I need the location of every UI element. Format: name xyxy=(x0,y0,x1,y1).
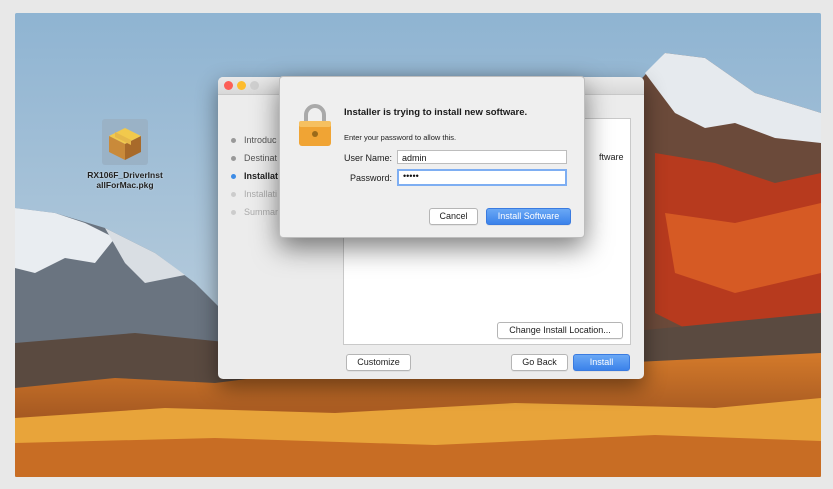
customize-button[interactable]: Customize xyxy=(346,354,411,371)
lock-icon xyxy=(297,103,333,147)
password-field[interactable]: ••••• xyxy=(397,169,567,186)
step-label: Introduc xyxy=(244,135,277,145)
install-button[interactable]: Install xyxy=(573,354,630,371)
step-label: Summar xyxy=(244,207,279,217)
go-back-button[interactable]: Go Back xyxy=(511,354,568,371)
username-field[interactable]: admin xyxy=(397,150,567,164)
install-software-button[interactable]: Install Software xyxy=(486,208,571,225)
cancel-button[interactable]: Cancel xyxy=(429,208,478,225)
step-label: Destinat xyxy=(244,153,278,163)
change-install-location-button[interactable]: Change Install Location... xyxy=(497,322,623,339)
step-label: Installat xyxy=(244,171,279,181)
minimize-icon[interactable] xyxy=(237,81,246,90)
password-label: Password: xyxy=(349,173,392,183)
step-bullet xyxy=(231,156,236,161)
dialog-title: Installer is trying to install new softw… xyxy=(344,107,528,118)
step-label: Installati xyxy=(244,189,278,199)
step-bullet xyxy=(231,210,236,215)
step-bullet xyxy=(231,192,236,197)
step-bullet xyxy=(231,174,236,179)
username-label: User Name: xyxy=(343,153,392,163)
step-bullet xyxy=(231,138,236,143)
package-file-name: RX106F_DriverInst allForMac.pkg xyxy=(77,170,173,190)
content-text: ftware xyxy=(599,152,624,162)
package-name-line1: RX106F_DriverInst xyxy=(87,170,163,180)
authentication-dialog: Installer is trying to install new softw… xyxy=(279,76,585,238)
package-file[interactable]: RX106F_DriverInst allForMac.pkg xyxy=(77,118,173,190)
package-box-icon xyxy=(101,118,149,166)
package-name-line2: allForMac.pkg xyxy=(96,180,154,190)
zoom-icon[interactable] xyxy=(250,81,259,90)
close-icon[interactable] xyxy=(224,81,233,90)
dialog-subtitle: Enter your password to allow this. xyxy=(344,133,457,142)
